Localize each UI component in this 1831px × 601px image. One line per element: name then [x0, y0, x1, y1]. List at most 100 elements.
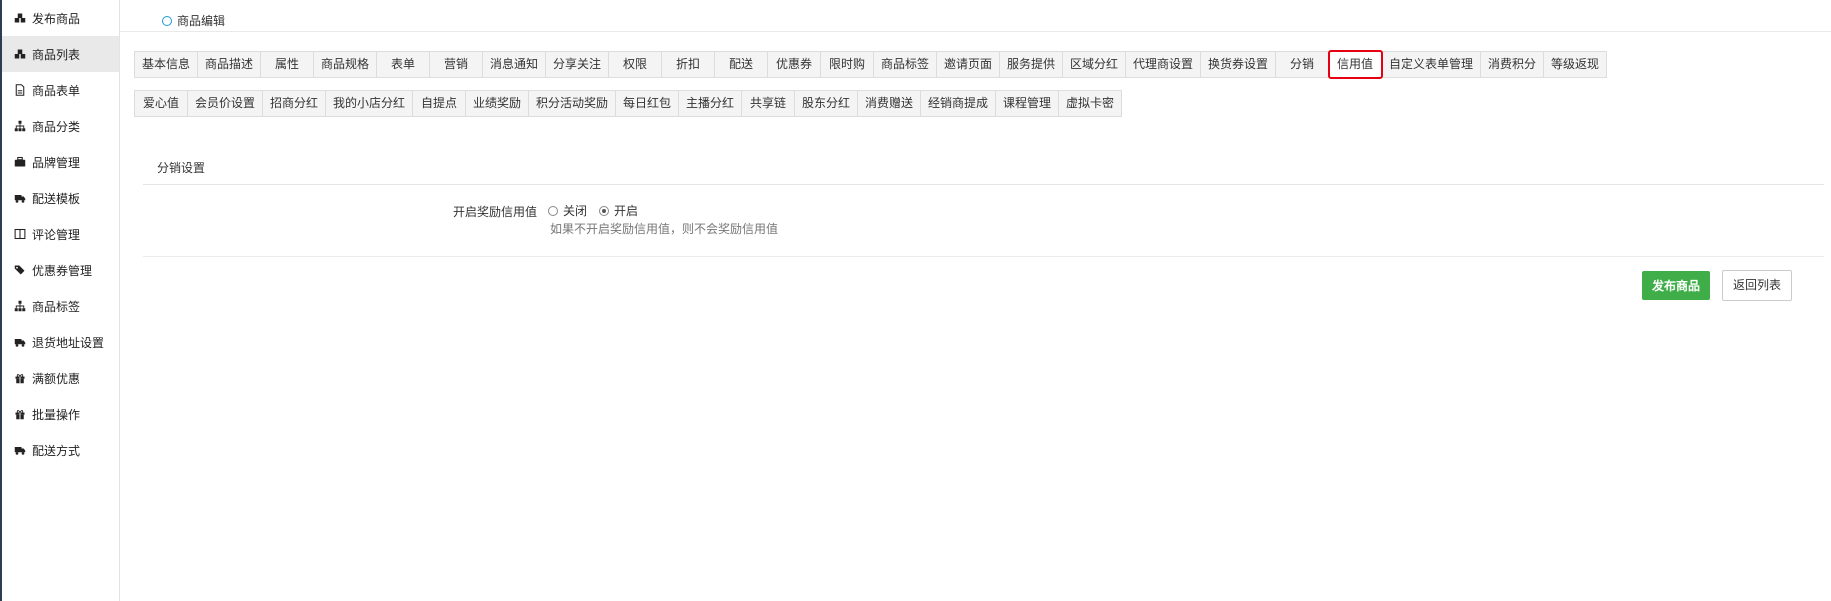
radio-on-label: 开启	[614, 204, 639, 218]
radio-off-label: 关闭	[563, 204, 588, 218]
sitemap-icon	[13, 119, 27, 133]
tab-row2-1[interactable]: 会员价设置	[188, 90, 263, 117]
section-divider	[143, 184, 1824, 185]
sidebar-item-9[interactable]: 退货地址设置	[2, 324, 119, 360]
breadcrumb-label: 商品编辑	[177, 14, 226, 28]
tab-row1-13[interactable]: 商品标签	[874, 51, 937, 78]
sitemap-icon	[13, 299, 27, 313]
sidebar-item-8[interactable]: 商品标签	[2, 288, 119, 324]
tab-bar: 基本信息 商品描述 属性 商品规格 表单 营销 消息通知 分享关注 权限 折扣 配送 优惠券 限时购 商品…	[134, 50, 1824, 117]
sidebar-item-label: 商品分类	[32, 119, 81, 134]
tab-row1-2[interactable]: 属性	[261, 51, 314, 78]
tab-row2-6[interactable]: 积分活动奖励	[529, 90, 616, 117]
sidebar-item-label: 品牌管理	[32, 155, 81, 170]
tab-row1-4[interactable]: 表单	[377, 51, 430, 78]
sidebar-item-10[interactable]: 满额优惠	[2, 360, 119, 396]
main-content: 商品编辑 基本信息 商品描述 属性 商品规格 表单 营销 消息通知 分享关注 权限 折扣 配送 优惠券…	[120, 0, 1831, 601]
circle-icon	[162, 15, 172, 26]
sidebar-item-label: 批量操作	[32, 407, 81, 422]
tab-row1-20[interactable]: 信用值	[1328, 50, 1383, 79]
truck-icon	[13, 191, 27, 205]
tab-row1-15[interactable]: 服务提供	[1000, 51, 1063, 78]
tab-row2-4[interactable]: 自提点	[413, 90, 466, 117]
sidebar-item-11[interactable]: 批量操作	[2, 396, 119, 432]
sidebar-item-label: 配送方式	[32, 443, 81, 458]
tab-row1-8[interactable]: 权限	[609, 51, 662, 78]
section-title: 分销设置	[157, 161, 206, 175]
tab-row2-5[interactable]: 业绩奖励	[466, 90, 529, 117]
tab-row1-14[interactable]: 邀请页面	[937, 51, 1000, 78]
tab-row-1: 基本信息 商品描述 属性 商品规格 表单 营销 消息通知 分享关注 权限 折扣 配送 优惠券 限时购 商品…	[134, 50, 1824, 79]
radio-on[interactable]: 开启	[599, 202, 638, 219]
file-icon	[13, 83, 27, 97]
reward-credit-hint: 如果不开启奖励信用值，则不会奖励信用值	[550, 222, 779, 236]
tab-row1-10[interactable]: 配送	[715, 51, 768, 78]
tab-row2-13[interactable]: 课程管理	[996, 90, 1059, 117]
reward-credit-label: 开启奖励信用值	[452, 205, 537, 219]
top-bar: 商品编辑	[120, 0, 1831, 32]
tab-row1-12[interactable]: 限时购	[821, 51, 874, 78]
columns-icon	[13, 227, 27, 241]
sidebar-item-label: 商品标签	[32, 299, 81, 314]
tab-row1-11[interactable]: 优惠券	[768, 51, 821, 78]
sidebar-item-label: 商品列表	[32, 47, 81, 62]
tab-row1-1[interactable]: 商品描述	[198, 51, 261, 78]
back-to-list-button[interactable]: 返回列表	[1722, 270, 1792, 301]
tab-row2-14[interactable]: 虚拟卡密	[1059, 90, 1122, 117]
sidebar-item-label: 配送模板	[32, 191, 81, 206]
tab-row2-2[interactable]: 招商分红	[263, 90, 326, 117]
tab-row2-10[interactable]: 股东分红	[795, 90, 858, 117]
cubes-icon	[13, 47, 27, 61]
tab-row2-12[interactable]: 经销商提成	[921, 90, 996, 117]
tab-row2-3[interactable]: 我的小店分红	[326, 90, 413, 117]
reward-credit-radio-group: 关闭 开启	[548, 202, 650, 219]
sidebar: 发布商品商品列表商品表单商品分类品牌管理配送模板评论管理优惠券管理商品标签退货地…	[2, 0, 120, 601]
sidebar-item-0[interactable]: 发布商品	[2, 0, 119, 36]
tab-row1-23[interactable]: 等级返现	[1544, 51, 1607, 78]
briefcase-icon	[13, 155, 27, 169]
sidebar-item-label: 优惠券管理	[32, 263, 93, 278]
tab-row1-16[interactable]: 区域分红	[1063, 51, 1126, 78]
publish-button[interactable]: 发布商品	[1642, 271, 1710, 300]
sidebar-item-3[interactable]: 商品分类	[2, 108, 119, 144]
sidebar-item-label: 商品表单	[32, 83, 81, 98]
radio-on-indicator[interactable]	[599, 205, 610, 216]
tab-row2-11[interactable]: 消费赠送	[858, 90, 921, 117]
gift-icon	[13, 371, 27, 385]
sidebar-item-6[interactable]: 评论管理	[2, 216, 119, 252]
tab-row1-6[interactable]: 消息通知	[483, 51, 546, 78]
form-divider	[143, 256, 1824, 257]
tab-row1-18[interactable]: 换货券设置	[1201, 51, 1276, 78]
sidebar-item-label: 评论管理	[32, 227, 81, 242]
tab-row1-0[interactable]: 基本信息	[134, 51, 198, 78]
tab-row1-3[interactable]: 商品规格	[314, 51, 377, 78]
sidebar-item-1[interactable]: 商品列表	[2, 36, 119, 72]
gift-icon	[13, 407, 27, 421]
tags-icon	[13, 263, 27, 277]
sidebar-item-5[interactable]: 配送模板	[2, 180, 119, 216]
tab-row1-17[interactable]: 代理商设置	[1126, 51, 1201, 78]
sidebar-item-label: 满额优惠	[32, 371, 81, 386]
tab-row2-7[interactable]: 每日红包	[616, 90, 679, 117]
sidebar-item-4[interactable]: 品牌管理	[2, 144, 119, 180]
cubes-icon	[13, 11, 27, 25]
tab-row2-9[interactable]: 共享链	[742, 90, 795, 117]
radio-off-indicator[interactable]	[548, 205, 558, 216]
tab-row1-9[interactable]: 折扣	[662, 51, 715, 78]
tab-row1-22[interactable]: 消费积分	[1481, 51, 1544, 78]
tab-row1-21[interactable]: 自定义表单管理	[1382, 51, 1481, 78]
radio-off[interactable]: 关闭	[548, 202, 587, 219]
sidebar-item-2[interactable]: 商品表单	[2, 72, 119, 108]
tab-row2-0[interactable]: 爱心值	[134, 90, 188, 117]
sidebar-item-label: 退货地址设置	[32, 335, 105, 350]
tab-row2-8[interactable]: 主播分红	[679, 90, 742, 117]
sidebar-item-label: 发布商品	[32, 11, 81, 26]
truck-icon	[13, 335, 27, 349]
tab-row-2: 爱心值 会员价设置 招商分红 我的小店分红 自提点 业绩奖励 积分活动奖励 每日红包 主播分红共…	[134, 90, 1824, 117]
truck-icon	[13, 443, 27, 457]
tab-row1-7[interactable]: 分享关注	[546, 51, 609, 78]
tab-row1-19[interactable]: 分销	[1276, 51, 1329, 78]
sidebar-item-7[interactable]: 优惠券管理	[2, 252, 119, 288]
sidebar-item-12[interactable]: 配送方式	[2, 432, 119, 468]
tab-row1-5[interactable]: 营销	[430, 51, 483, 78]
